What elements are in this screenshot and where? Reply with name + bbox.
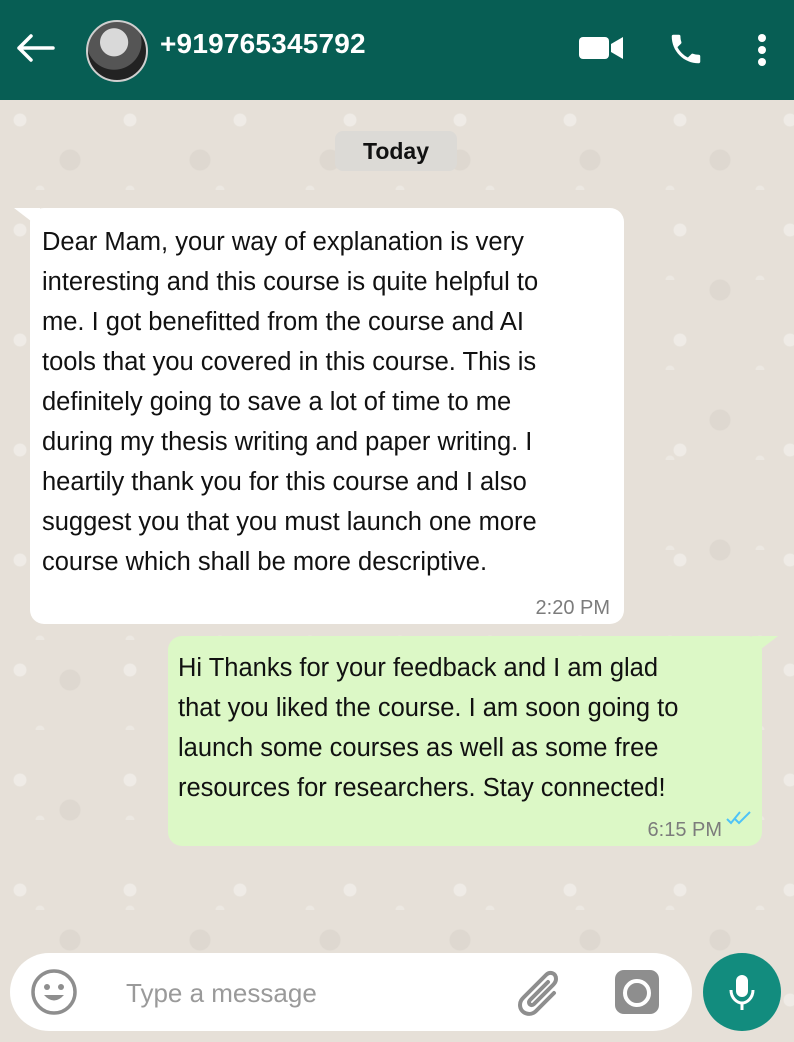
message-composer: Type a message bbox=[10, 953, 692, 1031]
message-time: 6:15 PM bbox=[647, 819, 722, 841]
message-text: Dear Mam, your way of explanation is ver… bbox=[42, 228, 539, 576]
phone-call-icon[interactable] bbox=[665, 28, 707, 70]
contact-name[interactable]: +919765345792 bbox=[160, 28, 366, 60]
contact-avatar[interactable] bbox=[86, 20, 148, 82]
message-input[interactable]: Type a message bbox=[126, 978, 317, 1009]
microphone-button[interactable] bbox=[703, 953, 781, 1031]
incoming-message-bubble[interactable]: Dear Mam, your way of explanation is ver… bbox=[14, 208, 624, 624]
double-check-icon bbox=[726, 798, 752, 838]
more-options-icon[interactable] bbox=[748, 28, 776, 72]
camera-icon[interactable] bbox=[613, 968, 661, 1016]
outgoing-message-bubble[interactable]: Hi Thanks for your feedback and I am gla… bbox=[168, 636, 778, 846]
back-arrow-icon[interactable] bbox=[14, 30, 56, 66]
message-time: 2:20 PM bbox=[535, 597, 610, 619]
chat-header: +919765345792 bbox=[0, 0, 794, 100]
message-text: Hi Thanks for your feedback and I am gla… bbox=[178, 654, 679, 802]
bubble-tail bbox=[752, 636, 778, 656]
paperclip-icon[interactable] bbox=[510, 967, 566, 1017]
video-call-icon[interactable] bbox=[578, 28, 624, 68]
microphone-icon bbox=[729, 975, 755, 1010]
date-separator: Today bbox=[335, 131, 457, 171]
bubble-tail bbox=[14, 208, 40, 228]
emoji-icon[interactable] bbox=[30, 968, 78, 1016]
